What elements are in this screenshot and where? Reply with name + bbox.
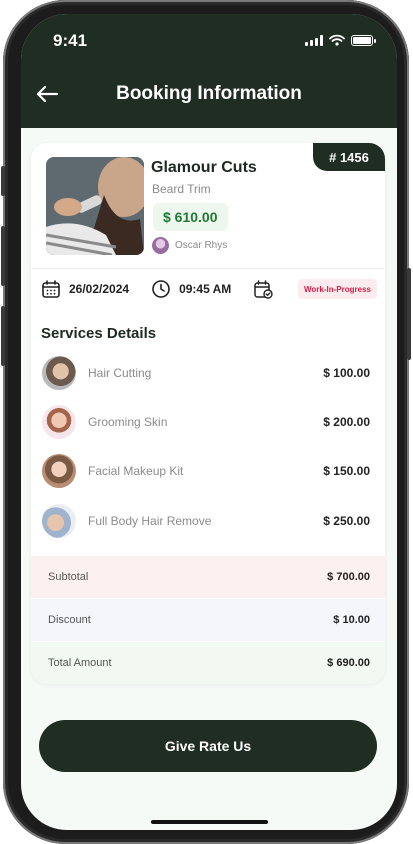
service-item-amount: $ 150.00 xyxy=(323,464,370,478)
total-value: $ 690.00 xyxy=(327,657,370,669)
discount-label: Discount xyxy=(48,614,91,626)
service-avatar xyxy=(42,356,76,390)
service-item-amount: $ 200.00 xyxy=(323,415,370,429)
service-item: Grooming Skin $ 200.00 xyxy=(42,404,370,440)
service-avatar xyxy=(42,454,76,488)
screen: 9:41 Booking Information # 1456 Glamour … xyxy=(21,14,397,830)
services-section-title: Services Details xyxy=(41,325,157,342)
volume-down-button xyxy=(1,306,5,366)
booking-id-badge: # 1456 xyxy=(313,143,385,171)
volume-up-button xyxy=(1,226,5,286)
status-time: 9:41 xyxy=(53,31,88,50)
status-icons xyxy=(305,34,376,46)
service-name: Beard Trim xyxy=(152,182,211,196)
booking-meta-row: 26/02/2024 09:45 AM Work-In-Progress xyxy=(41,277,377,301)
booking-time: 09:45 AM xyxy=(151,279,231,299)
barber-avatar xyxy=(152,237,169,254)
divider xyxy=(31,268,385,269)
service-avatar xyxy=(42,504,76,538)
status-badge: Work-In-Progress xyxy=(298,279,377,299)
service-item-amount: $ 250.00 xyxy=(323,514,370,528)
battery-icon xyxy=(351,34,376,46)
service-item-name: Full Body Hair Remove xyxy=(88,514,212,528)
service-item-amount: $ 100.00 xyxy=(323,366,370,380)
mute-switch xyxy=(1,166,5,196)
total-label: Total Amount xyxy=(48,657,112,669)
barber-name: Oscar Rhys xyxy=(175,240,228,251)
service-item-name: Hair Cutting xyxy=(88,366,152,380)
service-item: Full Body Hair Remove $ 250.00 xyxy=(42,503,370,539)
subtotal-label: Subtotal xyxy=(48,571,89,583)
subtotal-value: $ 700.00 xyxy=(327,571,370,583)
booking-card: # 1456 Glamour Cuts Beard Trim $ 610.00 xyxy=(31,143,385,684)
barber-info: Oscar Rhys xyxy=(152,237,227,254)
calendar-check-icon xyxy=(254,280,274,299)
booking-time-text: 09:45 AM xyxy=(179,282,232,296)
wifi-icon xyxy=(329,34,345,46)
service-photo xyxy=(46,157,144,255)
service-item-name: Grooming Skin xyxy=(88,415,168,429)
booking-date-text: 26/02/2024 xyxy=(69,282,130,296)
subtotal-row: Subtotal $ 700.00 xyxy=(31,556,385,598)
shop-name: Glamour Cuts xyxy=(151,159,257,176)
booking-price: $ 610.00 xyxy=(153,203,228,231)
discount-row: Discount $ 10.00 xyxy=(31,599,385,641)
booking-date: 26/02/2024 xyxy=(41,279,129,299)
service-item: Facial Makeup Kit $ 150.00 xyxy=(42,453,370,489)
app-header: 9:41 Booking Information xyxy=(21,14,397,128)
power-button xyxy=(407,268,411,360)
page-title: Booking Information xyxy=(116,83,302,104)
give-rate-button[interactable]: Give Rate Us xyxy=(39,720,377,772)
discount-value: $ 10.00 xyxy=(333,614,370,626)
home-indicator xyxy=(151,820,268,824)
service-item: Hair Cutting $ 100.00 xyxy=(42,355,370,391)
calendar-icon xyxy=(42,280,60,298)
clock-icon xyxy=(152,280,170,298)
service-avatar xyxy=(42,405,76,439)
service-item-name: Facial Makeup Kit xyxy=(88,464,184,478)
total-row: Total Amount $ 690.00 xyxy=(31,642,385,684)
phone-frame: 9:41 Booking Information # 1456 Glamour … xyxy=(1,0,411,844)
signal-icon xyxy=(305,34,323,46)
